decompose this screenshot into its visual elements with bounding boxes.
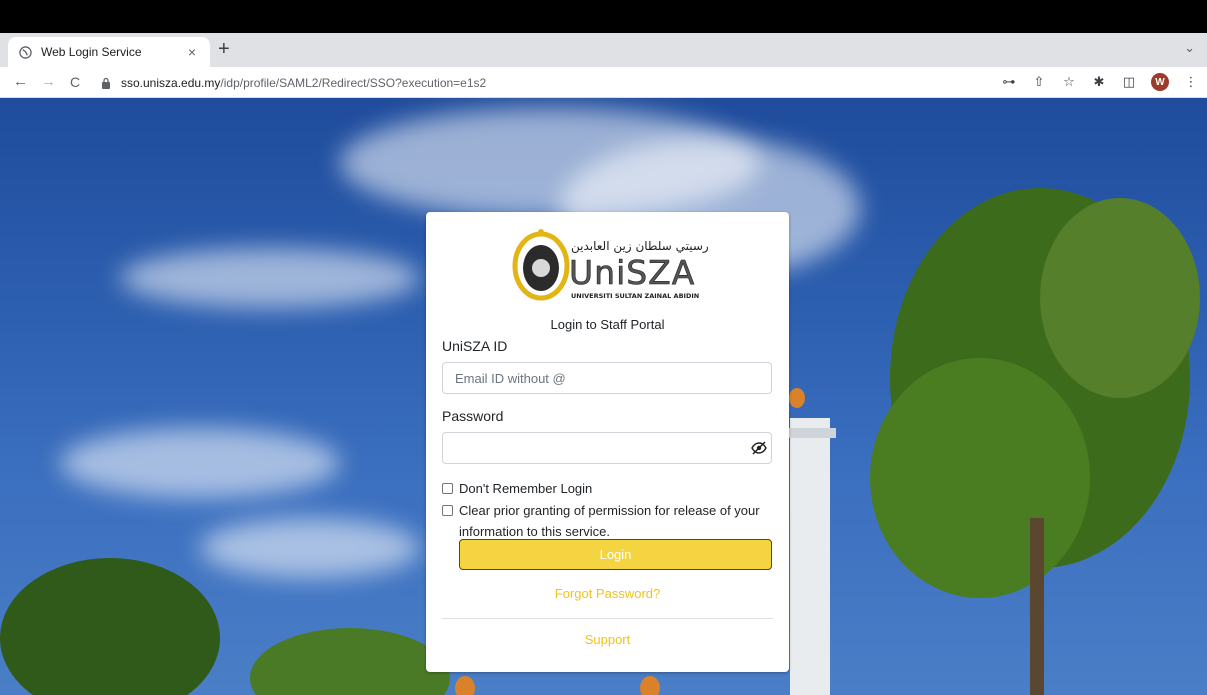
lock-icon[interactable] [101,76,113,90]
tab-strip: Web Login Service × [0,33,1207,67]
eye-slash-icon[interactable] [751,440,767,456]
side-panel-icon[interactable]: ◫ [1121,72,1137,92]
dont-remember-login-option[interactable]: Don't Remember Login [442,478,592,499]
password-label: Password [442,408,504,424]
login-card: اونيۏرسيتي سلطان زين العابدين UniSZA UNI… [426,212,789,672]
forgot-password-link[interactable]: Forgot Password? [426,586,789,601]
support-link[interactable]: Support [426,632,789,647]
tab-title: Web Login Service [41,45,142,59]
address-bar[interactable]: sso.unisza.edu.my/idp/profile/SAML2/Redi… [95,70,995,95]
clear-consent-checkbox[interactable] [442,505,453,516]
unisza-logo: اونيۏرسيتي سلطان زين العابدين UniSZA UNI… [512,229,709,301]
clear-consent-label: Clear prior granting of permission for r… [459,503,760,539]
new-tab-button[interactable]: + [218,38,230,60]
kebab-menu-icon[interactable]: ⋮ [1183,72,1199,92]
browser-toolbar: ← → C sso.unisza.edu.my/idp/profile/SAML… [0,67,1207,98]
window-top-bar [0,0,1207,33]
url-host: sso.unisza.edu.my [121,75,221,90]
unisza-id-label: UniSZA ID [442,338,508,354]
dont-remember-label: Don't Remember Login [459,481,593,496]
forward-arrow-icon[interactable]: → [41,73,56,91]
tab-web-login-service[interactable]: Web Login Service × [8,37,210,67]
back-arrow-icon[interactable]: ← [13,73,28,91]
url-path: /idp/profile/SAML2/Redirect/SSO?executio… [220,75,487,90]
star-icon[interactable]: ☆ [1061,72,1077,92]
password-input[interactable] [442,432,772,464]
reload-icon[interactable]: C [70,73,80,91]
share-icon[interactable]: ⇧ [1031,72,1047,92]
globe-icon [18,45,32,59]
unisza-id-input[interactable] [442,362,772,394]
dont-remember-checkbox[interactable] [442,483,453,494]
key-icon[interactable]: ⊶ [1001,72,1017,92]
url-text: sso.unisza.edu.my/idp/profile/SAML2/Redi… [121,76,486,90]
clear-consent-option[interactable]: Clear prior granting of permission for r… [442,500,777,542]
extensions-icon[interactable]: ✱ [1091,72,1107,92]
page-title: Login to Staff Portal [550,317,665,332]
close-tab-icon[interactable]: × [184,44,200,60]
logo-name-text: UniSZA [569,253,695,292]
login-button[interactable]: Login [459,539,772,570]
divider [442,618,773,619]
logo-arabic-text: اونيۏرسيتي سلطان زين العابدين [571,239,709,254]
profile-avatar[interactable]: W [1151,73,1169,91]
toolbar-actions: ⊶ ⇧ ☆ ✱ ◫ W ⋮ [1001,72,1199,92]
logo-subtitle-text: UNIVERSITI SULTAN ZAINAL ABIDIN [571,292,699,300]
chevron-down-icon[interactable]: ⌄ [1184,40,1195,56]
